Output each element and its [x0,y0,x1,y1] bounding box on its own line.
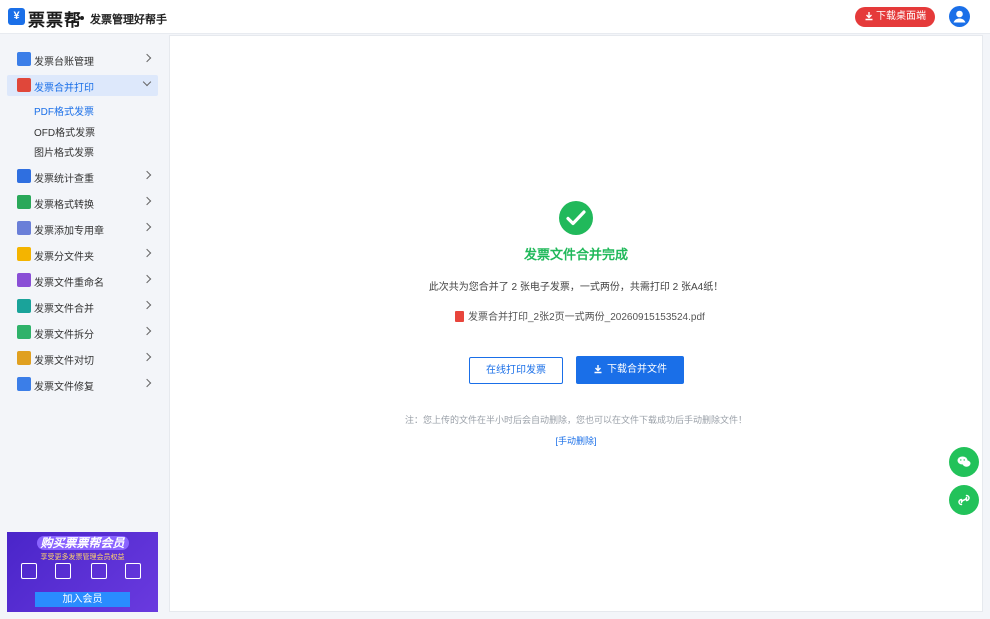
sidebar-item-label: 发票文件重命名 [34,278,104,289]
cut-icon [17,351,31,365]
membership-banner[interactable]: 购买票票帮会员 享受更多发票管理会员权益 加入会员 [7,532,158,612]
sidebar-item-convert[interactable]: 发票格式转换 [7,192,158,213]
user-avatar[interactable] [949,6,970,27]
sidebar-item-cut[interactable]: 发票文件对切 [7,348,158,369]
sidebar-item-seal[interactable]: 发票添加专用章 [7,218,158,239]
manual-delete-link[interactable]: [手动删除] [170,434,982,447]
chevron-right-icon [142,196,152,206]
download-desktop-label: 下载桌面端 [876,11,926,22]
merge-icon [17,299,31,313]
separator-dot [80,16,84,20]
sidebar-item-merge-print[interactable]: 发票合并打印 [7,75,158,96]
promo-title: 购买票票帮会员 [40,536,125,550]
main-panel: 发票文件合并完成 此次共为您合并了 2 张电子发票，一式两份，共需打印 2 张A… [169,35,983,612]
sidebar-subitem-image[interactable]: 图片格式发票 [34,144,94,159]
chevron-right-icon [142,222,152,232]
download-icon [865,12,873,21]
chevron-right-icon [142,300,152,310]
auto-delete-note: 注：您上传的文件在半小时后会自动删除，您也可以在文件下载成功后手动删除文件！ [404,415,747,425]
download-desktop-button[interactable]: 下载桌面端 [855,7,935,27]
chevron-right-icon [142,352,152,362]
gift-icon [21,563,37,579]
sidebar-item-label: 发票格式转换 [34,200,94,211]
sidebar-item-stats[interactable]: 发票统计查重 [7,166,158,187]
sidebar-item-label: 发票统计查重 [34,174,94,185]
logo-icon: ¥ [8,8,25,25]
brand-name: 票票帮 [28,11,82,30]
mini-program-float-button[interactable] [949,485,979,515]
chevron-right-icon [142,326,152,336]
brand-tagline: 发票管理好帮手 [90,14,167,26]
sidebar-subitem-ofd[interactable]: OFD格式发票 [34,124,95,139]
sidebar-item-ledger[interactable]: 发票台账管理 [7,49,158,70]
chevron-down-icon [142,77,152,87]
chevron-right-icon [142,248,152,258]
sidebar-item-file-merge[interactable]: 发票文件合并 [7,296,158,317]
sidebar-item-label: 发票文件对切 [34,356,94,367]
user-icon [953,10,966,23]
sidebar-subitem-pdf[interactable]: PDF格式发票 [34,103,94,118]
chart-icon [125,563,141,579]
ledger-icon [17,52,31,66]
promo-subtitle: 享受更多发票管理会员权益 [40,554,125,561]
sidebar-item-label: 发票文件拆分 [34,330,94,341]
sidebar-item-label: 发票添加专用章 [34,226,104,237]
sidebar-item-rename[interactable]: 发票文件重命名 [7,270,158,291]
stats-icon [17,169,31,183]
seal-icon [17,221,31,235]
sidebar: 发票台账管理 发票合并打印 PDF格式发票 OFD格式发票 图片格式发票 发票统… [0,35,165,619]
monitor-icon [55,563,71,579]
sidebar-item-split[interactable]: 发票文件拆分 [7,322,158,343]
convert-icon [17,195,31,209]
join-membership-button[interactable]: 加入会员 [35,592,130,607]
sidebar-item-label: 发票文件修复 [34,382,94,393]
top-header: ¥ 票票帮 发票管理好帮手 下载桌面端 [0,0,990,34]
merge-summary: 此次共为您合并了 2 张电子发票，一式两份，共需打印 2 张A4纸！ [428,282,724,293]
chevron-right-icon [142,378,152,388]
split-icon [17,325,31,339]
sidebar-item-folder[interactable]: 发票分文件夹 [7,244,158,265]
chevron-right-icon [142,274,152,284]
wechat-icon [957,456,971,467]
sidebar-item-label: 发票台账管理 [34,57,94,68]
merged-file-link[interactable]: 发票合并打印_2张2页一式两份_20260915153524.pdf [455,308,705,323]
chevron-right-icon [142,53,152,63]
folder-icon [17,247,31,261]
chevron-right-icon [142,170,152,180]
wechat-float-button[interactable] [949,447,979,477]
sidebar-item-label: 发票文件合并 [34,304,94,315]
print-online-button[interactable]: 在线打印发票 [469,357,563,384]
rename-icon [17,273,31,287]
sidebar-item-label: 发票合并打印 [34,83,94,94]
printer-icon [17,78,31,92]
merged-file-name: 发票合并打印_2张2页一式两份_20260915153524.pdf [468,312,705,323]
sidebar-item-repair[interactable]: 发票文件修复 [7,374,158,395]
merge-complete-title: 发票文件合并完成 [523,247,628,262]
success-check-icon [559,201,593,235]
pdf-file-icon [455,311,464,322]
download-merged-button[interactable]: 下载合并文件 [576,356,684,384]
download-merged-label: 下载合并文件 [607,364,667,375]
promo-benefit-icons [15,563,150,587]
mini-program-icon [958,494,970,506]
wrench-icon [17,377,31,391]
network-icon [91,563,107,579]
download-icon [594,365,602,374]
sidebar-item-label: 发票分文件夹 [34,252,94,263]
